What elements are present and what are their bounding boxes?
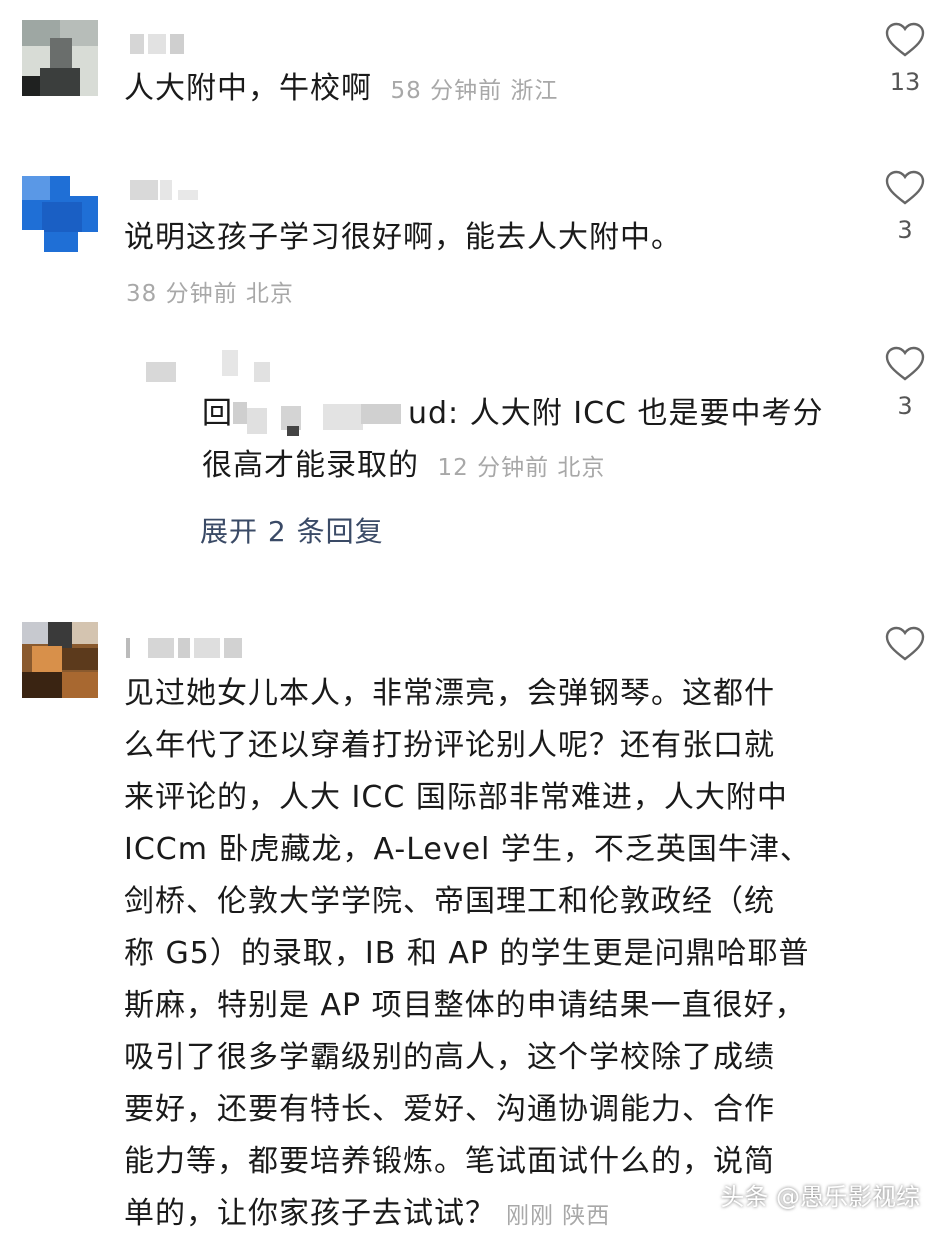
username-blurred[interactable] bbox=[126, 638, 256, 658]
reply-username-blurred[interactable] bbox=[146, 350, 276, 382]
reply-like-button[interactable]: 3 bbox=[870, 346, 940, 420]
avatar[interactable] bbox=[22, 176, 98, 252]
like-button[interactable]: 3 bbox=[870, 170, 940, 244]
heart-icon bbox=[885, 346, 925, 381]
comment-3: 见过她女儿本人，非常漂亮，会弹钢琴。这都什 么年代了还以穿着打扮评论别人呢？还有… bbox=[0, 600, 940, 1231]
comment-meta: 刚刚 陕西 bbox=[506, 1203, 611, 1229]
watermark: 头条 @愚乐影视综 bbox=[720, 1183, 920, 1211]
like-count: 3 bbox=[897, 392, 913, 420]
comment-1: 人大附中，牛校啊 58 分钟前 浙江 13 bbox=[0, 0, 940, 160]
expand-replies-link[interactable]: 展开 2 条回复 bbox=[200, 510, 384, 550]
comment-2: 说明这孩子学习很好啊，能去人大附中。 38 分钟前 北京 3 回 ud: 人大附… bbox=[0, 160, 940, 600]
like-count: 13 bbox=[889, 68, 921, 96]
username-blurred[interactable] bbox=[130, 180, 220, 200]
heart-icon bbox=[885, 22, 925, 57]
reply-target-blurred bbox=[233, 400, 408, 436]
reply-meta: 12 分钟前 北京 bbox=[437, 455, 606, 481]
avatar[interactable] bbox=[22, 20, 98, 96]
comment-meta: 38 分钟前 北京 bbox=[126, 281, 294, 307]
comment-meta: 58 分钟前 浙江 bbox=[390, 78, 559, 104]
username-blurred[interactable] bbox=[130, 34, 190, 54]
like-count: 3 bbox=[897, 216, 913, 244]
comment-text: 见过她女儿本人，非常漂亮，会弹钢琴。这都什 么年代了还以穿着打扮评论别人呢？还有… bbox=[124, 676, 811, 1231]
reply-text: 回 ud: 人大附 ICC 也是要中考分 很高才能录取的 12 分钟前 北京 bbox=[202, 396, 824, 483]
avatar[interactable] bbox=[22, 622, 98, 698]
heart-icon bbox=[885, 170, 925, 205]
like-button[interactable]: 13 bbox=[870, 22, 940, 96]
like-button[interactable] bbox=[870, 626, 940, 662]
heart-icon bbox=[885, 626, 925, 661]
comment-text: 说明这孩子学习很好啊，能去人大附中。 bbox=[124, 220, 682, 255]
comment-text: 人大附中，牛校啊 58 分钟前 浙江 bbox=[124, 71, 559, 106]
